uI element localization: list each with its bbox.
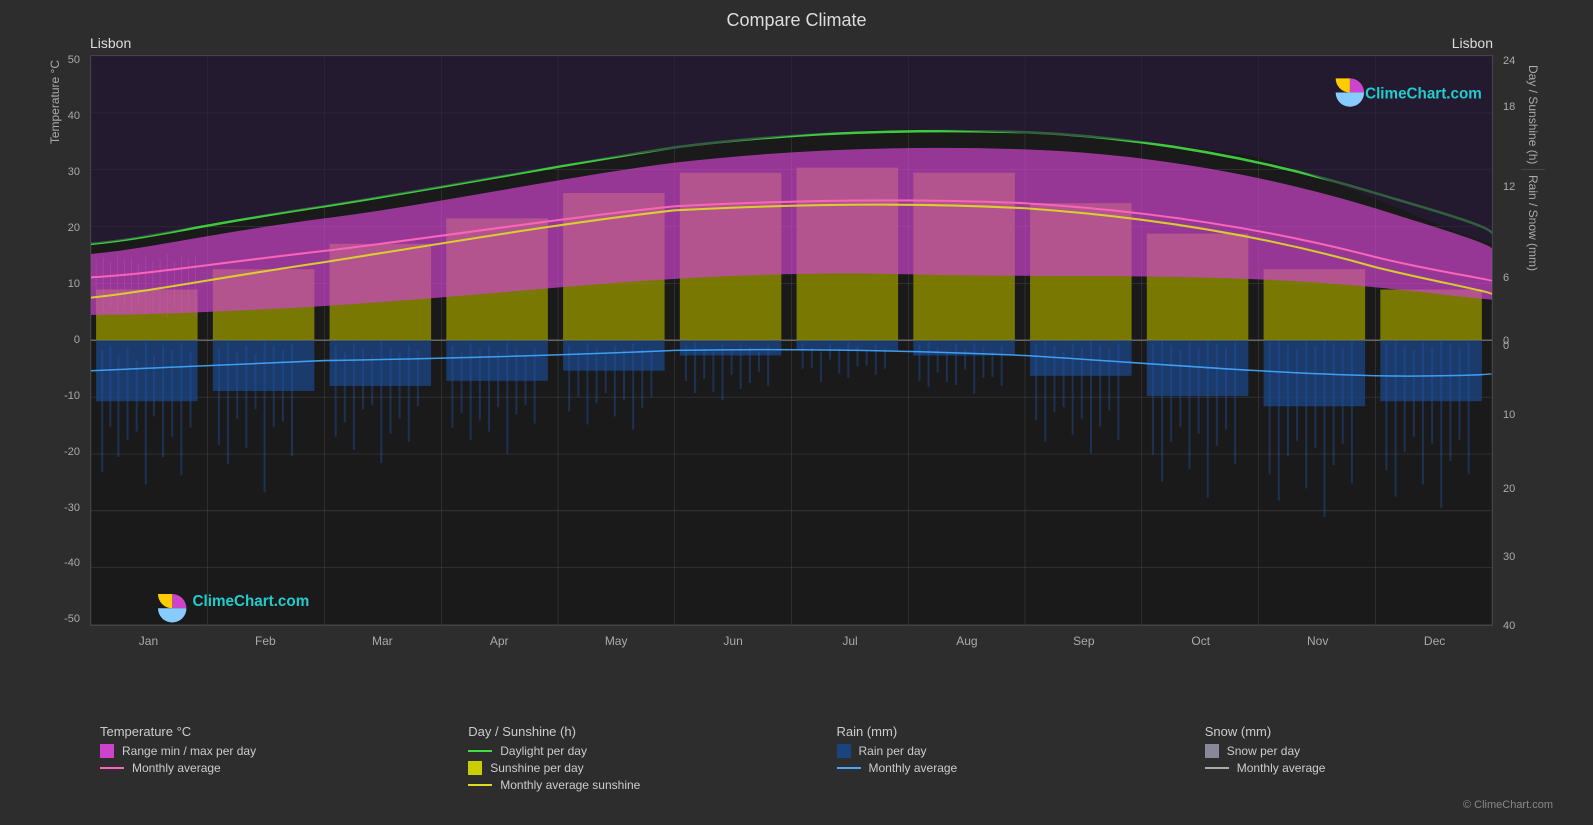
y-tick-right-rain-30: 30	[1503, 551, 1515, 563]
legend-temp-avg: Monthly average	[100, 761, 448, 775]
x-tick-jan: Jan	[90, 630, 207, 648]
svg-text:ClimeChart.com: ClimeChart.com	[1365, 86, 1482, 103]
y-tick-50: 50	[20, 55, 85, 66]
legend-group2-title: Day / Sunshine (h)	[468, 724, 816, 739]
legend-temp-range: Range min / max per day	[100, 744, 448, 758]
legend-snow-bar: Snow per day	[1205, 744, 1553, 758]
legend-group1-title: Temperature °C	[100, 724, 448, 739]
y-tick-right-12: 12	[1503, 181, 1515, 193]
x-tick-aug: Aug	[908, 630, 1025, 648]
legend-daylight: Daylight per day	[468, 744, 816, 758]
x-tick-nov: Nov	[1259, 630, 1376, 648]
y-tick-m50: -50	[20, 614, 85, 625]
chart-title: Compare Climate	[20, 10, 1573, 31]
copyright: © ClimeChart.com	[20, 799, 1573, 815]
y-tick-right-rain-40: 40	[1503, 620, 1515, 632]
y-tick-m30: -30	[20, 503, 85, 514]
y-tick-m20: -20	[20, 447, 85, 458]
x-tick-sep: Sep	[1025, 630, 1142, 648]
y-tick-20: 20	[20, 223, 85, 234]
location-label-right: Lisbon	[1452, 35, 1493, 51]
x-tick-may: May	[558, 630, 675, 648]
x-tick-mar: Mar	[324, 630, 441, 648]
y-tick-0: 0	[20, 335, 85, 346]
y-tick-right-rain-20: 20	[1503, 483, 1515, 495]
main-chart-svg: ClimeChart.com ClimeChart.com	[90, 55, 1493, 626]
legend-rain-bar: Rain per day	[837, 744, 1185, 758]
x-tick-dec: Dec	[1376, 630, 1493, 648]
legend-sunshine-avg: Monthly average sunshine	[468, 778, 816, 792]
y-tick-right-24: 24	[1503, 55, 1515, 67]
y-tick-right-18: 18	[1503, 101, 1515, 113]
y-tick-10: 10	[20, 279, 85, 290]
legend-rain-avg: Monthly average	[837, 761, 1185, 775]
y-tick-m40: -40	[20, 558, 85, 569]
svg-text:ClimeChart.com: ClimeChart.com	[193, 593, 310, 610]
x-tick-jun: Jun	[675, 630, 792, 648]
legend-group4-title: Snow (mm)	[1205, 724, 1553, 739]
x-tick-feb: Feb	[207, 630, 324, 648]
y-tick-m10: -10	[20, 391, 85, 402]
legend-sunshine-bar: Sunshine per day	[468, 761, 816, 775]
legend-snow-avg: Monthly average	[1205, 761, 1553, 775]
y-tick-right-rain-10: 10	[1503, 409, 1515, 421]
x-tick-jul: Jul	[792, 630, 909, 648]
y-tick-30: 30	[20, 167, 85, 178]
legend-group3-title: Rain (mm)	[837, 724, 1185, 739]
y-tick-right-6: 6	[1503, 272, 1509, 284]
location-label-left: Lisbon	[90, 35, 131, 51]
y-tick-40: 40	[20, 111, 85, 122]
x-tick-oct: Oct	[1142, 630, 1259, 648]
x-tick-apr: Apr	[441, 630, 558, 648]
y-tick-right-rain-0: 0	[1503, 340, 1509, 352]
